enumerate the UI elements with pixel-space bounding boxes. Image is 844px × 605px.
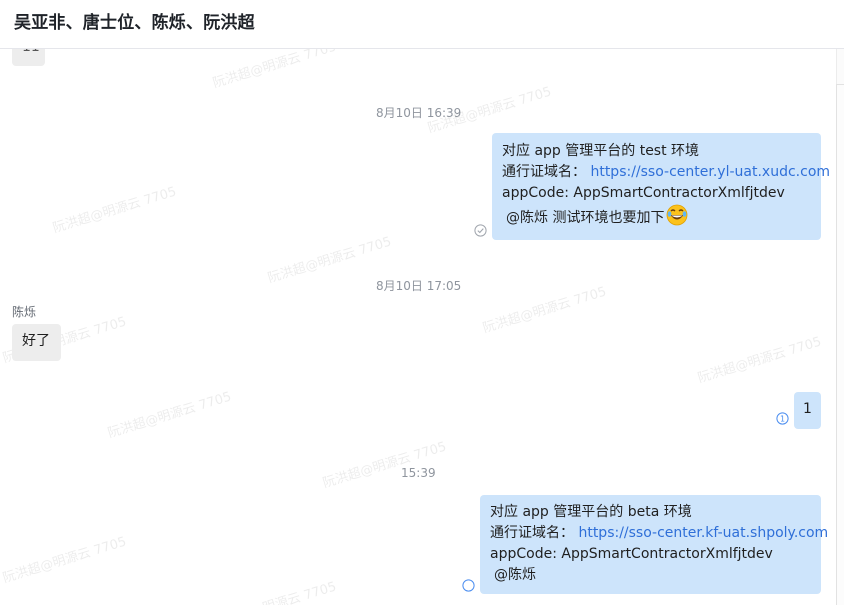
watermark: 阮洪超@明源云 7705 [210,576,338,605]
unread-count-icon[interactable]: 1 [776,410,789,429]
message-text: 好了 [22,333,50,349]
chat-header: 吴亚非、唐士位、陈烁、阮洪超 [0,0,844,49]
message-text: 对应 app 管理平台的 beta 环境 [490,504,692,520]
read-check-icon [474,222,487,241]
message-bubble-self[interactable]: 1 [794,392,821,429]
message-list[interactable]: 阮洪超@明源云 7705 阮洪超@明源云 7705 阮洪超@明源云 7705 阮… [0,49,836,605]
joy-emoji-icon [666,204,688,233]
message-text: 通行证域名： https://sso-center.yl-uat.xudc.co… [502,164,831,180]
message-bubble-self[interactable]: 对应 app 管理平台的 test 环境 通行证域名： https://sso-… [492,133,831,240]
message-text: appCode: AppSmartContractorXmlfjtdev [502,185,785,201]
mention[interactable]: @陈烁 [506,208,548,229]
watermark: 阮洪超@明源云 7705 [1,534,129,587]
svg-text:1: 1 [780,415,785,424]
watermark: 阮洪超@明源云 7705 [481,284,609,337]
message-text: 1 [803,401,812,417]
message-link[interactable]: https://sso-center.yl-uat.xudc.com [590,164,830,180]
message-bubble-other[interactable]: 好了 [12,324,61,361]
watermark: 阮洪超@明源云 7705 [51,184,179,237]
sender-name[interactable]: 陈烁 [12,303,36,320]
watermark: 阮洪超@明源云 7705 [106,389,234,442]
message-text: appCode: AppSmartContractorXmlfjtdev [490,546,773,562]
watermark: 阮洪超@明源云 7705 [211,49,339,92]
mention[interactable]: @陈烁 [494,565,536,586]
watermark: 阮洪超@明源云 7705 [321,439,449,492]
scrollbar-thumb[interactable] [836,84,844,605]
message-text: 对应 app 管理平台的 test 环境 [502,143,700,159]
message-link[interactable]: https://sso-center.kf-uat.shpoly.com [578,525,828,541]
time-separator: 8月10日 17:05 [376,279,462,293]
message-text: @陈烁 测试环境也要加下 [502,204,811,233]
unread-circle-icon[interactable] [462,577,475,596]
chat-title[interactable]: 吴亚非、唐士位、陈烁、阮洪超 [14,8,255,33]
message-text: @陈烁 [490,565,811,586]
watermark: 阮洪超@明源云 7705 [266,234,394,287]
time-separator: 15:39 [401,466,436,480]
watermark: 阮洪超@明源云 7705 [696,334,824,387]
chat-window: 吴亚非、唐士位、陈烁、阮洪超 阮洪超@明源云 7705 阮洪超@明源云 7705… [0,0,844,605]
message-bubble-self[interactable]: 对应 app 管理平台的 beta 环境 通行证域名： https://sso-… [480,495,829,594]
message-text: 通行证域名： https://sso-center.kf-uat.shpoly.… [490,525,829,541]
time-separator: 8月10日 16:39 [376,106,462,120]
message-bubble-partial[interactable]: 11 [12,49,45,66]
